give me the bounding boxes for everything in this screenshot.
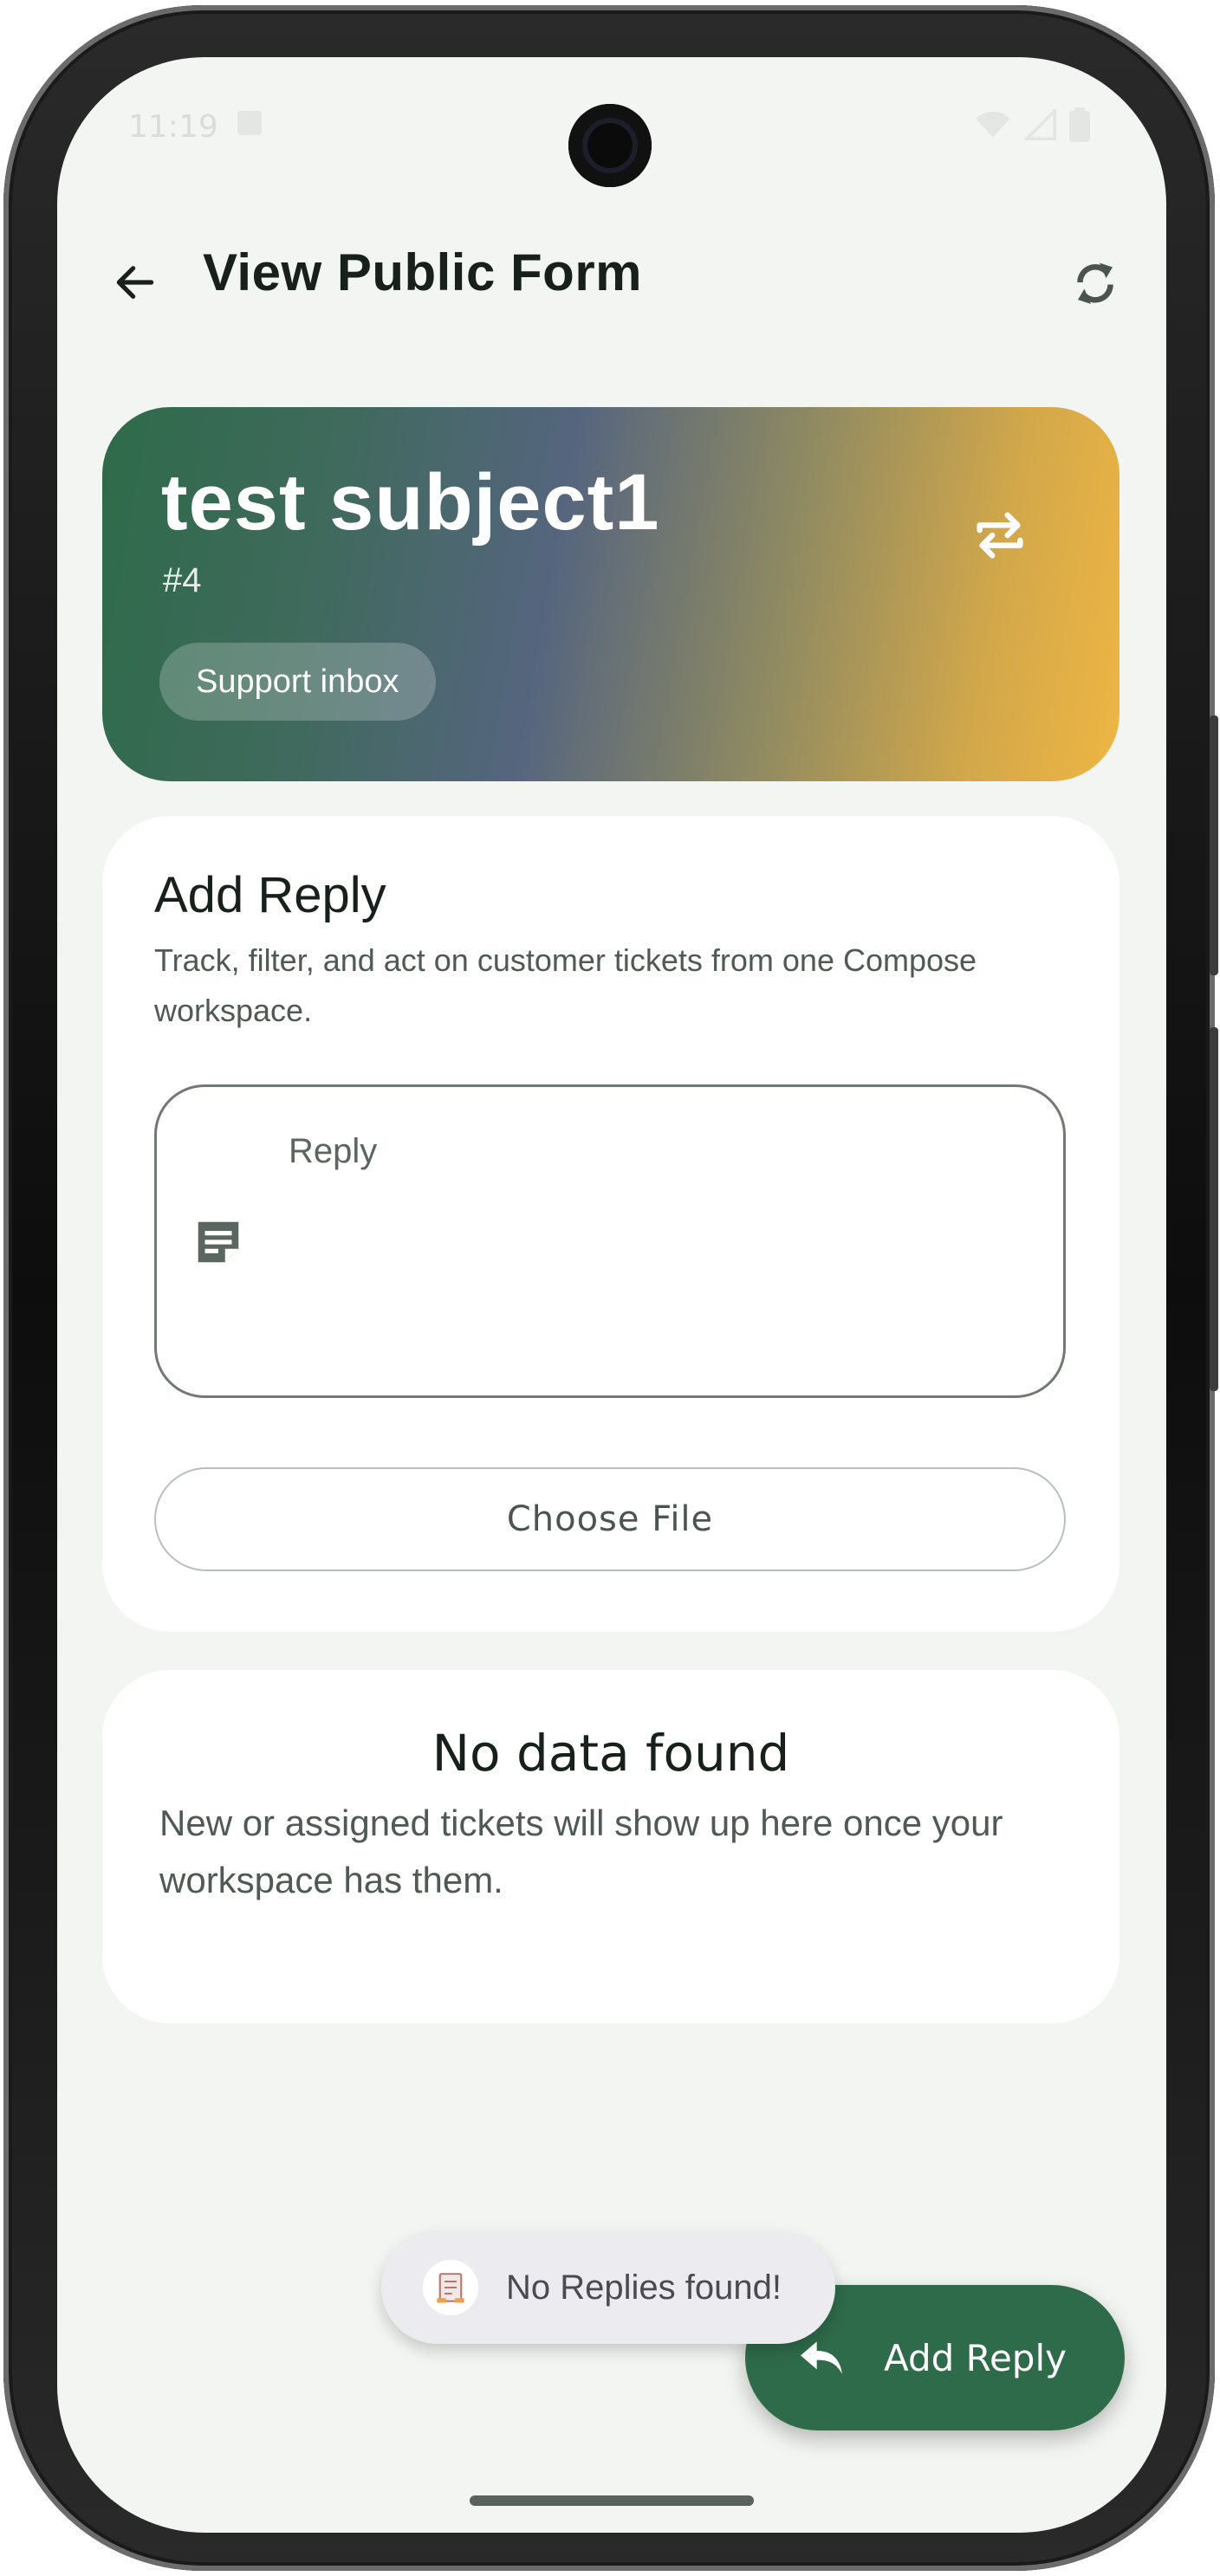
status-time: 11:19 [128,109,218,145]
add-reply-subtitle: Track, filter, and act on customer ticke… [154,942,977,1028]
page-title: View Public Form [203,243,643,301]
swap-button[interactable] [964,499,1036,572]
home-indicator[interactable] [470,2495,754,2506]
ticket-number: #4 [163,561,202,599]
toast-message: No Replies found! [506,2268,782,2307]
app-logo-icon [423,2260,478,2315]
arrow-back-icon [116,266,154,299]
front-camera [568,104,652,187]
add-reply-title: Add Reply [154,867,386,923]
empty-state-title: No data found [432,1724,790,1783]
signal-icon [1024,109,1056,140]
ticket-header-card: test subject1 #4 Support inbox [102,407,1119,781]
swap-arrows-icon [977,512,1023,559]
ticket-subject: test subject1 [161,458,660,547]
battery-icon [1069,107,1090,142]
refresh-icon [1077,262,1113,304]
back-button[interactable] [101,248,170,317]
choose-file-button[interactable]: Choose File [154,1467,1066,1571]
add-reply-card: Add Reply Track, filter, and act on cust… [102,816,1119,1632]
notification-icon [237,111,262,135]
inbox-chip[interactable]: Support inbox [159,643,436,721]
device-frame: 11:19 View Public Form test subject1 #4 … [3,5,1218,2571]
wifi-icon [976,111,1010,138]
status-icons [974,107,1090,142]
empty-state-card: No data found New or assigned tickets wi… [102,1670,1119,2023]
volume-button [1210,715,1218,975]
reply-input[interactable]: Reply [154,1084,1066,1398]
screen: 11:19 View Public Form test subject1 #4 … [57,57,1166,2533]
fab-label: Add Reply [884,2336,1067,2379]
refresh-button[interactable] [1059,246,1132,319]
note-icon [198,1221,239,1263]
reply-placeholder: Reply [289,1132,378,1170]
empty-state-message: New or assigned tickets will show up her… [159,1803,1003,1900]
toast: No Replies found! [381,2231,835,2344]
power-button [1210,1027,1218,1391]
